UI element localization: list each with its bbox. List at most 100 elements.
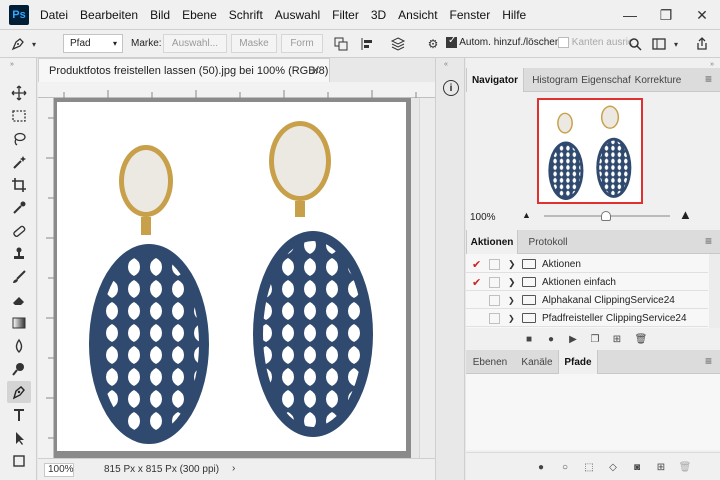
- tab-layers[interactable]: Ebenen: [466, 350, 514, 374]
- load-selection-icon[interactable]: ⬚: [582, 460, 596, 474]
- blur-tool-icon[interactable]: [7, 335, 31, 357]
- dialog-toggle[interactable]: [489, 276, 500, 288]
- shape-button[interactable]: Form: [281, 34, 323, 53]
- chevron-right-icon[interactable]: ❯: [508, 277, 516, 288]
- path-arrangement-icon[interactable]: [390, 36, 406, 52]
- gradient-tool-icon[interactable]: [7, 312, 31, 334]
- image-canvas[interactable]: [57, 102, 406, 451]
- menu-hilfe[interactable]: Hilfe: [502, 8, 526, 22]
- tab-navigator[interactable]: Navigator: [466, 68, 524, 92]
- menu-schrift[interactable]: Schrift: [229, 8, 263, 22]
- tab-history[interactable]: Protokoll: [522, 230, 574, 254]
- dodge-tool-icon[interactable]: [7, 358, 31, 380]
- dialog-toggle[interactable]: [489, 294, 500, 306]
- path-operations-icon[interactable]: [333, 36, 349, 52]
- add-mask-icon[interactable]: ◙: [630, 460, 644, 474]
- record-icon[interactable]: ●: [544, 332, 558, 346]
- new-set-icon[interactable]: ❐: [588, 332, 602, 346]
- action-row[interactable]: ✔ ❯ Aktionen einfach: [466, 274, 708, 291]
- menu-ebene[interactable]: Ebene: [182, 8, 217, 22]
- zoom-out-icon[interactable]: ▲: [522, 210, 531, 220]
- brush-tool-icon[interactable]: [7, 266, 31, 288]
- crop-tool-icon[interactable]: [7, 174, 31, 196]
- stop-icon[interactable]: ■: [522, 332, 536, 346]
- marquee-tool-icon[interactable]: [7, 105, 31, 127]
- vertical-scrollbar[interactable]: [419, 98, 435, 458]
- auto-add-delete-checkbox[interactable]: [446, 35, 457, 48]
- tab-channels[interactable]: Kanäle: [516, 350, 558, 374]
- close-document-icon[interactable]: ✕: [311, 64, 320, 77]
- trash-icon[interactable]: 🗑: [634, 332, 648, 346]
- chevron-down-icon[interactable]: ❯: [508, 314, 515, 323]
- action-row[interactable]: ❯ Pfadfreisteller ClippingService24: [466, 310, 708, 327]
- gear-icon[interactable]: ⚙: [425, 36, 441, 52]
- expand-panels-icon[interactable]: »: [710, 61, 714, 68]
- panel-menu-icon[interactable]: ≡: [705, 73, 712, 85]
- auto-add-delete-option[interactable]: Autom. hinzuf./löschen: [446, 35, 560, 48]
- eyedropper-tool-icon[interactable]: [7, 197, 31, 219]
- make-work-path-icon[interactable]: ◇: [606, 460, 620, 474]
- panel-menu-icon[interactable]: ≡: [705, 235, 712, 247]
- panel-menu-icon[interactable]: ≡: [705, 355, 712, 367]
- checkmark-icon[interactable]: ✔: [472, 258, 481, 271]
- checkmark-icon[interactable]: ✔: [472, 276, 481, 289]
- chevron-down-icon[interactable]: ▾: [26, 36, 42, 52]
- navigator-zoom-value[interactable]: 100%: [470, 212, 496, 223]
- stamp-tool-icon[interactable]: [7, 243, 31, 265]
- trash-icon[interactable]: 🗑: [678, 460, 692, 474]
- rectangle-tool-icon[interactable]: [7, 450, 31, 472]
- eraser-tool-icon[interactable]: [7, 289, 31, 311]
- tab-corrections[interactable]: Korrekture: [632, 68, 684, 92]
- zoom-slider-handle[interactable]: [601, 211, 611, 221]
- align-edges-checkbox[interactable]: [558, 37, 569, 48]
- menu-bearbeiten[interactable]: Bearbeiten: [80, 8, 138, 22]
- selection-button[interactable]: Auswahl...: [163, 34, 227, 53]
- stroke-path-icon[interactable]: ○: [558, 460, 572, 474]
- menu-fenster[interactable]: Fenster: [450, 8, 491, 22]
- close-icon[interactable]: ✕: [684, 0, 720, 30]
- menu-datei[interactable]: Datei: [40, 8, 68, 22]
- path-alignment-icon[interactable]: [360, 36, 376, 52]
- zoom-field[interactable]: 100%: [44, 463, 74, 477]
- workspace-icon[interactable]: [651, 36, 667, 52]
- path-selection-tool-icon[interactable]: [7, 427, 31, 449]
- chevron-down-icon[interactable]: ❯: [508, 296, 515, 305]
- fill-path-icon[interactable]: ●: [534, 460, 548, 474]
- chevron-down-icon[interactable]: ▾: [668, 36, 684, 52]
- tab-actions[interactable]: Aktionen: [466, 230, 518, 254]
- navigator-preview[interactable]: [537, 98, 643, 204]
- pen-tool-icon[interactable]: [7, 381, 31, 403]
- restore-icon[interactable]: ❐: [648, 0, 684, 30]
- new-action-icon[interactable]: ⊞: [610, 332, 624, 346]
- type-tool-icon[interactable]: [7, 404, 31, 426]
- document-tab[interactable]: Produktfotos freistellen lassen (50).jpg…: [38, 58, 330, 82]
- menu-auswahl[interactable]: Auswahl: [275, 8, 320, 22]
- search-icon[interactable]: [627, 36, 643, 52]
- action-row[interactable]: ❯ Alphakanal ClippingService24: [466, 292, 708, 309]
- spot-healing-tool-icon[interactable]: [7, 220, 31, 242]
- dialog-toggle[interactable]: [489, 258, 500, 270]
- zoom-in-icon[interactable]: ▲: [679, 207, 692, 222]
- info-icon[interactable]: i: [443, 80, 459, 96]
- tab-histogram[interactable]: Histogram: [528, 68, 582, 92]
- chevron-right-icon[interactable]: ›: [232, 463, 235, 474]
- menu-filter[interactable]: Filter: [332, 8, 359, 22]
- collapse-toolbar-icon[interactable]: »: [10, 61, 14, 68]
- align-edges-option[interactable]: Kanten ausric: [558, 37, 633, 48]
- tab-paths[interactable]: Pfade: [558, 350, 598, 374]
- menu-bild[interactable]: Bild: [150, 8, 170, 22]
- play-icon[interactable]: ▶: [566, 332, 580, 346]
- pen-tool-preset-icon[interactable]: [10, 36, 26, 52]
- minimize-icon[interactable]: —: [612, 0, 648, 30]
- menu-3d[interactable]: 3D: [371, 8, 386, 22]
- menu-ansicht[interactable]: Ansicht: [398, 8, 437, 22]
- dialog-toggle[interactable]: [489, 312, 500, 324]
- lasso-tool-icon[interactable]: [7, 128, 31, 150]
- quick-selection-tool-icon[interactable]: [7, 151, 31, 173]
- move-tool-icon[interactable]: [7, 82, 31, 104]
- chevron-right-icon[interactable]: ❯: [508, 259, 516, 270]
- tab-properties[interactable]: Eigenschaf: [581, 68, 630, 92]
- mask-button[interactable]: Maske: [231, 34, 277, 53]
- action-row[interactable]: ✔ ❯ Aktionen: [466, 256, 708, 273]
- share-icon[interactable]: [694, 36, 710, 52]
